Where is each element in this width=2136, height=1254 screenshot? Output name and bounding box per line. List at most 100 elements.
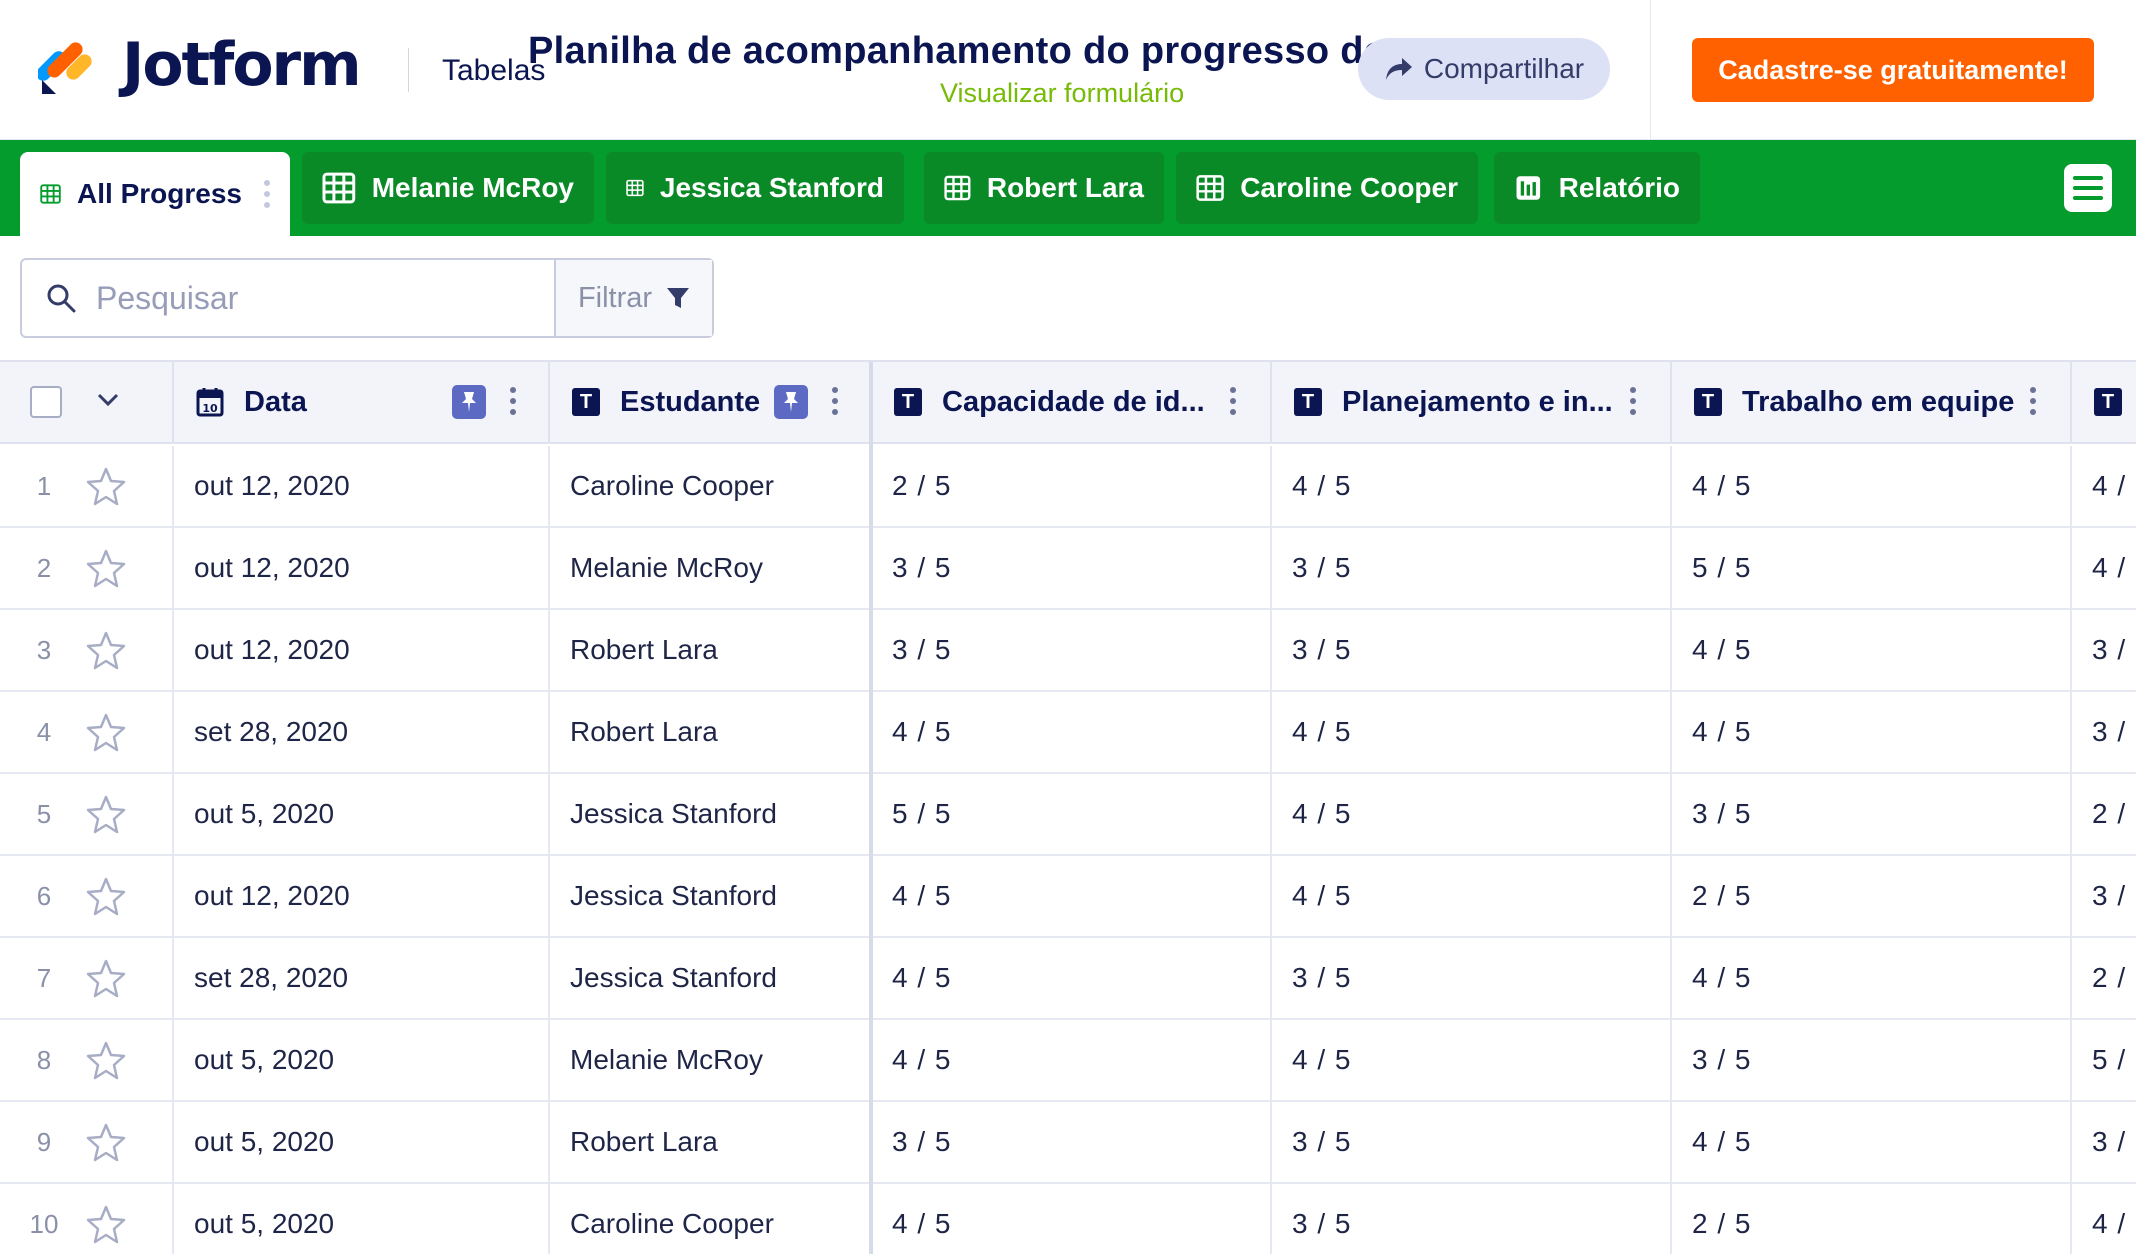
- column-header-trabalho-em-equipe[interactable]: T Trabalho em equipe: [1672, 362, 2072, 442]
- star-icon[interactable]: [86, 1204, 126, 1244]
- table-row[interactable]: 7 set 28, 2020 Jessica Stanford 4 / 53 / 54…: [0, 938, 2136, 1020]
- cell-planejamento[interactable]: 4 / 5: [1272, 446, 1672, 526]
- column-menu-icon[interactable]: [2030, 387, 2036, 415]
- cell-capacidade[interactable]: 3 / 5: [872, 1102, 1272, 1182]
- cell-estudante[interactable]: Robert Lara: [550, 1102, 872, 1182]
- cell-planejamento[interactable]: 3 / 5: [1272, 938, 1672, 1018]
- pin-icon[interactable]: [452, 385, 486, 419]
- cell-capacidade[interactable]: 3 / 5: [872, 610, 1272, 690]
- cell-next-column[interactable]: 4 /: [2072, 1184, 2136, 1254]
- cell-next-column[interactable]: 3 /: [2072, 1102, 2136, 1182]
- hamburger-menu-icon[interactable]: [2064, 164, 2112, 212]
- tab-caroline-cooper[interactable]: Caroline Cooper: [1176, 152, 1478, 224]
- cell-planejamento[interactable]: 3 / 5: [1272, 1102, 1672, 1182]
- cell-estudante[interactable]: Robert Lara: [550, 692, 872, 772]
- cell-next-column[interactable]: 4 /: [2072, 446, 2136, 526]
- pin-icon[interactable]: [774, 385, 808, 419]
- column-header-data[interactable]: 10 Data: [174, 362, 550, 442]
- cell-trabalho-em-equipe[interactable]: 3 / 5: [1672, 1020, 2072, 1100]
- star-icon[interactable]: [86, 958, 126, 998]
- cell-planejamento[interactable]: 3 / 5: [1272, 1184, 1672, 1254]
- cell-data[interactable]: set 28, 2020: [174, 938, 550, 1018]
- filter-button[interactable]: Filtrar: [556, 260, 712, 336]
- tab-jessica-stanford[interactable]: Jessica Stanford: [606, 152, 904, 224]
- tab-options-icon[interactable]: [264, 180, 270, 208]
- cell-estudante[interactable]: Jessica Stanford: [550, 774, 872, 854]
- cell-capacidade[interactable]: 5 / 5: [872, 774, 1272, 854]
- cell-next-column[interactable]: 4 /: [2072, 528, 2136, 608]
- cell-planejamento[interactable]: 3 / 5: [1272, 610, 1672, 690]
- cell-next-column[interactable]: 2 /: [2072, 774, 2136, 854]
- cell-capacidade[interactable]: 4 / 5: [872, 1184, 1272, 1254]
- cell-next-column[interactable]: 3 /: [2072, 856, 2136, 936]
- column-menu-icon[interactable]: [510, 387, 516, 415]
- cell-trabalho-em-equipe[interactable]: 5 / 5: [1672, 528, 2072, 608]
- cell-capacidade[interactable]: 2 / 5: [872, 446, 1272, 526]
- search-input[interactable]: [96, 279, 536, 317]
- view-form-link[interactable]: Visualizar formulário: [940, 78, 1184, 109]
- cell-capacidade[interactable]: 4 / 5: [872, 938, 1272, 1018]
- cell-estudante[interactable]: Jessica Stanford: [550, 856, 872, 936]
- cell-data[interactable]: out 12, 2020: [174, 528, 550, 608]
- cell-next-column[interactable]: 3 /: [2072, 610, 2136, 690]
- cell-estudante[interactable]: Caroline Cooper: [550, 1184, 872, 1254]
- star-icon[interactable]: [86, 1040, 126, 1080]
- cell-estudante[interactable]: Caroline Cooper: [550, 446, 872, 526]
- table-row[interactable]: 6 out 12, 2020 Jessica Stanford 4 / 54 / 52…: [0, 856, 2136, 938]
- tab-all-progress[interactable]: All Progress: [20, 152, 290, 236]
- tab-robert-lara[interactable]: Robert Lara: [924, 152, 1164, 224]
- star-icon[interactable]: [86, 794, 126, 834]
- cell-estudante[interactable]: Robert Lara: [550, 610, 872, 690]
- cell-trabalho-em-equipe[interactable]: 4 / 5: [1672, 446, 2072, 526]
- cell-capacidade[interactable]: 4 / 5: [872, 1020, 1272, 1100]
- column-menu-icon[interactable]: [1230, 387, 1236, 415]
- cell-next-column[interactable]: 5 /: [2072, 1020, 2136, 1100]
- cell-trabalho-em-equipe[interactable]: 4 / 5: [1672, 610, 2072, 690]
- cell-next-column[interactable]: 3 /: [2072, 692, 2136, 772]
- cell-trabalho-em-equipe[interactable]: 3 / 5: [1672, 774, 2072, 854]
- table-row[interactable]: 5 out 5, 2020 Jessica Stanford 5 / 54 / 53 …: [0, 774, 2136, 856]
- cell-trabalho-em-equipe[interactable]: 2 / 5: [1672, 856, 2072, 936]
- signup-button[interactable]: Cadastre-se gratuitamente!: [1692, 38, 2094, 102]
- column-header-capacidade[interactable]: T Capacidade de id...: [872, 362, 1272, 442]
- column-menu-icon[interactable]: [832, 387, 838, 415]
- cell-data[interactable]: out 12, 2020: [174, 856, 550, 936]
- chevron-down-icon[interactable]: [96, 392, 120, 408]
- star-icon[interactable]: [86, 1122, 126, 1162]
- column-header-estudante[interactable]: T Estudante: [550, 362, 872, 442]
- select-all-checkbox[interactable]: [30, 386, 62, 418]
- cell-estudante[interactable]: Melanie McRoy: [550, 528, 872, 608]
- frozen-columns-divider[interactable]: [869, 362, 873, 1254]
- cell-estudante[interactable]: Melanie McRoy: [550, 1020, 872, 1100]
- cell-planejamento[interactable]: 4 / 5: [1272, 692, 1672, 772]
- table-row[interactable]: 10 out 5, 2020 Caroline Cooper 4 / 53 / 52 …: [0, 1184, 2136, 1254]
- table-row[interactable]: 9 out 5, 2020 Robert Lara 3 / 53 / 54 / 53 …: [0, 1102, 2136, 1184]
- cell-next-column[interactable]: 2 /: [2072, 938, 2136, 1018]
- cell-planejamento[interactable]: 4 / 5: [1272, 1020, 1672, 1100]
- cell-data[interactable]: out 5, 2020: [174, 1102, 550, 1182]
- table-row[interactable]: 2 out 12, 2020 Melanie McRoy 3 / 53 / 55 / …: [0, 528, 2136, 610]
- cell-data[interactable]: set 28, 2020: [174, 692, 550, 772]
- star-icon[interactable]: [86, 466, 126, 506]
- table-row[interactable]: 3 out 12, 2020 Robert Lara 3 / 53 / 54 / 53…: [0, 610, 2136, 692]
- cell-capacidade[interactable]: 3 / 5: [872, 528, 1272, 608]
- cell-planejamento[interactable]: 4 / 5: [1272, 774, 1672, 854]
- column-header-next[interactable]: T: [2072, 362, 2136, 442]
- cell-data[interactable]: out 5, 2020: [174, 1020, 550, 1100]
- tab-relatorio[interactable]: Relatório: [1494, 152, 1700, 224]
- star-icon[interactable]: [86, 630, 126, 670]
- table-row[interactable]: 1 out 12, 2020 Caroline Cooper 2 / 54 / 54 …: [0, 446, 2136, 528]
- cell-trabalho-em-equipe[interactable]: 4 / 5: [1672, 1102, 2072, 1182]
- cell-data[interactable]: out 12, 2020: [174, 446, 550, 526]
- tab-melanie-mcroy[interactable]: Melanie McRoy: [302, 152, 594, 224]
- table-row[interactable]: 8 out 5, 2020 Melanie McRoy 4 / 54 / 53 / 5…: [0, 1020, 2136, 1102]
- cell-capacidade[interactable]: 4 / 5: [872, 692, 1272, 772]
- column-header-planejamento[interactable]: T Planejamento e in...: [1272, 362, 1672, 442]
- share-button[interactable]: Compartilhar: [1358, 38, 1610, 100]
- cell-estudante[interactable]: Jessica Stanford: [550, 938, 872, 1018]
- search-field[interactable]: [22, 260, 556, 336]
- page-title[interactable]: Planilha de acompanhamento do progresso …: [528, 30, 1383, 73]
- cell-trabalho-em-equipe[interactable]: 4 / 5: [1672, 938, 2072, 1018]
- cell-trabalho-em-equipe[interactable]: 2 / 5: [1672, 1184, 2072, 1254]
- jotform-logo[interactable]: Jotform: [38, 30, 362, 100]
